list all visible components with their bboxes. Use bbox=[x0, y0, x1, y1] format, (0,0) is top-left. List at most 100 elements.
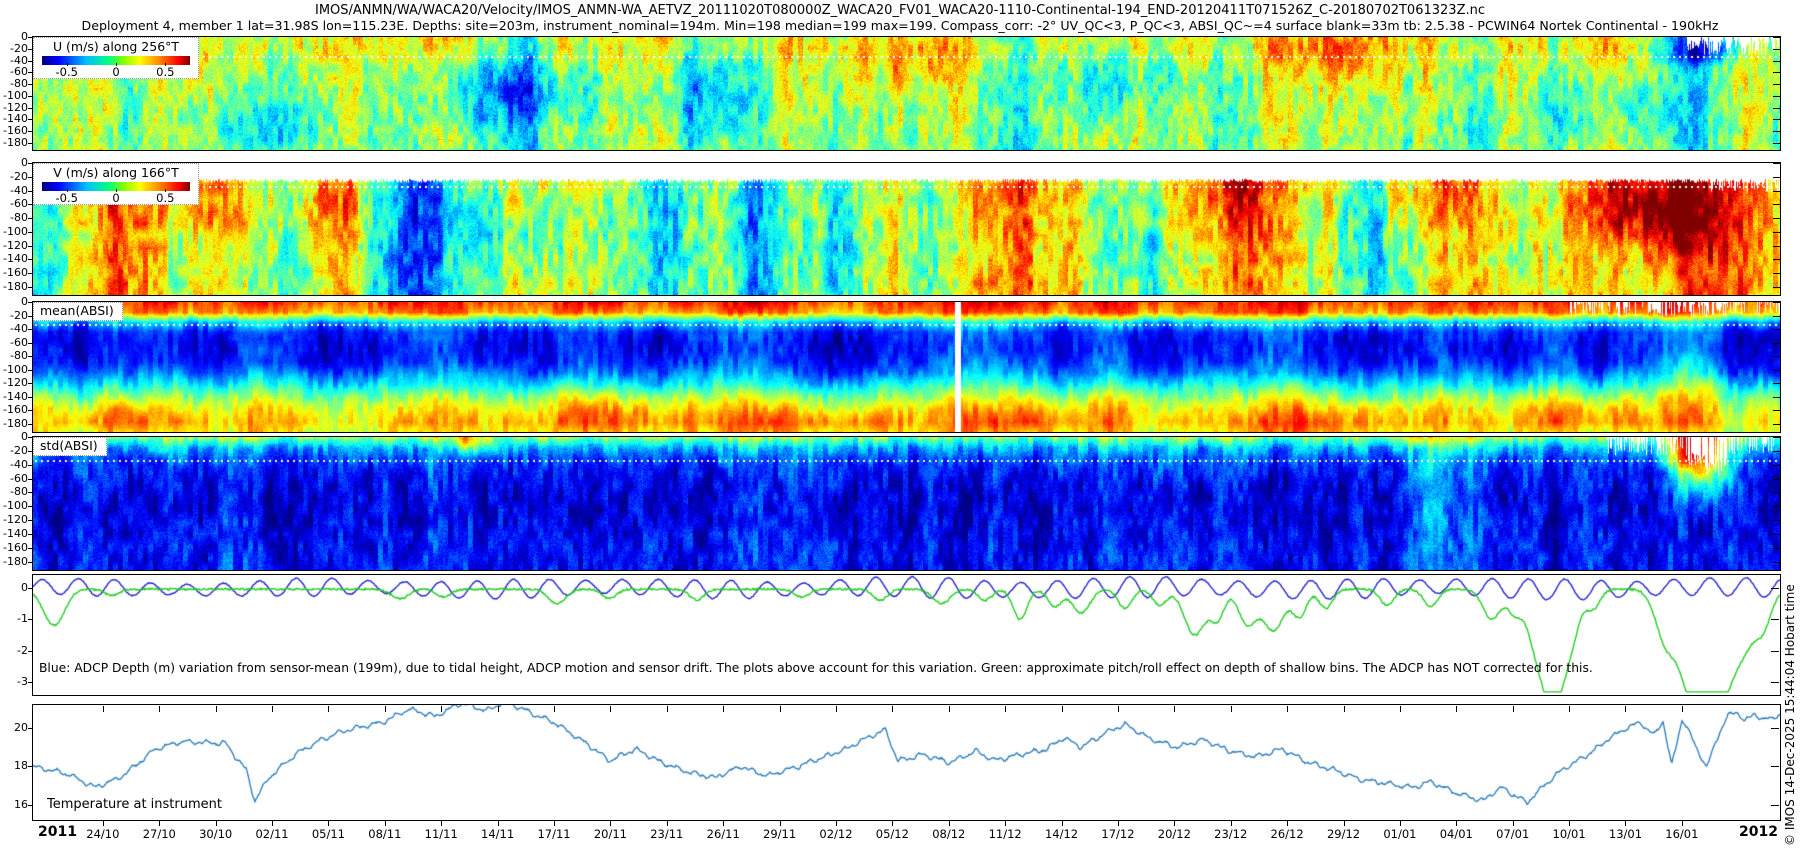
depth-tick-mark-right bbox=[1773, 72, 1780, 73]
depth-tick-mark bbox=[28, 410, 33, 411]
date-tick-label: 01/01 bbox=[1378, 827, 1422, 841]
temp-tick-mark-right bbox=[1771, 805, 1779, 806]
depth-tick-label: -120 bbox=[0, 239, 28, 253]
date-tick-mark-top bbox=[103, 706, 104, 712]
date-tick-label: 05/11 bbox=[306, 827, 350, 841]
date-tick-mark-top bbox=[441, 706, 442, 712]
depth-tick-mark-right bbox=[1773, 548, 1780, 549]
u-colorbar bbox=[42, 56, 190, 65]
depth-tick-mark-right bbox=[1773, 218, 1780, 219]
depth-tick-label: -80 bbox=[0, 349, 28, 363]
depth-tick-mark-right bbox=[1773, 163, 1780, 164]
temp-tick-mark bbox=[28, 805, 33, 806]
depth-tick-label: -40 bbox=[0, 458, 28, 472]
depth-tick-mark bbox=[28, 383, 33, 384]
depth-tick-mark-right bbox=[1773, 37, 1780, 38]
depth-tick-label: -160 bbox=[0, 266, 28, 280]
date-tick-label: 26/11 bbox=[701, 827, 745, 841]
date-tick-mark-bottom bbox=[1569, 820, 1570, 826]
year-label-end: 2012 bbox=[1718, 824, 1778, 840]
date-tick-mark-bottom bbox=[892, 820, 893, 826]
date-tick-mark-top bbox=[1005, 706, 1006, 712]
depth-tick-mark-right bbox=[1773, 479, 1780, 480]
depth-tick-label: -140 bbox=[0, 527, 28, 541]
depth-tick-mark-right bbox=[1773, 131, 1780, 132]
depth-tick-mark-right bbox=[1773, 534, 1780, 535]
temp-tick-mark bbox=[28, 766, 33, 767]
depthvar-tick-mark-right bbox=[1771, 588, 1779, 589]
temp-tick-label: 18 bbox=[0, 759, 28, 773]
date-tick-mark-top bbox=[892, 706, 893, 712]
date-tick-label: 26/12 bbox=[1265, 827, 1309, 841]
depth-tick-mark bbox=[28, 534, 33, 535]
v-colorbar-ticks: -0.5 0 0.5 bbox=[42, 191, 190, 205]
depth-tick-mark-right bbox=[1773, 424, 1780, 425]
depth-tick-mark bbox=[28, 479, 33, 480]
depth-tick-mark bbox=[28, 259, 33, 260]
date-tick-mark-top bbox=[328, 706, 329, 712]
date-tick-mark-top bbox=[1569, 706, 1570, 712]
depth-tick-mark bbox=[28, 424, 33, 425]
date-tick-mark-bottom bbox=[1400, 820, 1401, 826]
depth-tick-mark-right bbox=[1773, 562, 1780, 563]
depth-tick-mark-right bbox=[1773, 397, 1780, 398]
mean-absi-label: mean(ABSI) bbox=[33, 302, 123, 321]
date-tick-label: 14/11 bbox=[476, 827, 520, 841]
depth-tick-mark bbox=[28, 84, 33, 85]
depth-tick-mark-right bbox=[1773, 370, 1780, 371]
depth-tick-mark bbox=[28, 370, 33, 371]
depth-tick-label: -180 bbox=[0, 136, 28, 150]
date-tick-mark-top bbox=[1625, 706, 1626, 712]
depth-tick-mark-right bbox=[1773, 492, 1780, 493]
date-tick-mark-bottom bbox=[441, 820, 442, 826]
date-tick-mark-top bbox=[610, 706, 611, 712]
depth-tick-label: -160 bbox=[0, 541, 28, 555]
date-tick-mark-top bbox=[780, 706, 781, 712]
depth-tick-mark-right bbox=[1773, 465, 1780, 466]
v-colorbar-legend: V (m/s) along 166°T -0.5 0 0.5 bbox=[33, 163, 199, 205]
depthvar-tick-mark-right bbox=[1771, 651, 1779, 652]
date-tick-mark-bottom bbox=[1118, 820, 1119, 826]
panel-u-velocity-heatmap: U (m/s) along 256°T -0.5 0 0.5 bbox=[32, 36, 1781, 151]
std-absi-heatmap-canvas bbox=[33, 437, 1780, 570]
date-tick-label: 27/10 bbox=[137, 827, 181, 841]
date-tick-mark-bottom bbox=[1456, 820, 1457, 826]
depthvar-tick-label: 0 bbox=[0, 581, 28, 595]
depth-tick-mark-right bbox=[1773, 108, 1780, 109]
date-tick-label: 14/12 bbox=[1040, 827, 1084, 841]
depthvar-tick-mark bbox=[28, 651, 33, 652]
date-tick-label: 11/11 bbox=[419, 827, 463, 841]
depth-tick-label: -80 bbox=[0, 485, 28, 499]
v-colorbar-tick-label: 0.5 bbox=[156, 191, 174, 205]
depthvar-tick-label: -2 bbox=[0, 644, 28, 658]
depth-tick-label: -20 bbox=[0, 309, 28, 323]
depth-tick-mark bbox=[28, 548, 33, 549]
depth-tick-mark bbox=[28, 465, 33, 466]
temp-tick-label: 20 bbox=[0, 721, 28, 735]
v-legend-title: V (m/s) along 166°T bbox=[34, 164, 198, 180]
depth-tick-mark-right bbox=[1773, 49, 1780, 50]
date-tick-mark-bottom bbox=[328, 820, 329, 826]
temp-tick-label: 16 bbox=[0, 798, 28, 812]
date-tick-mark-bottom bbox=[103, 820, 104, 826]
date-tick-label: 20/11 bbox=[588, 827, 632, 841]
date-tick-mark-top bbox=[723, 706, 724, 712]
depth-tick-mark bbox=[28, 246, 33, 247]
date-tick-mark-bottom bbox=[385, 820, 386, 826]
depth-tick-mark bbox=[28, 108, 33, 109]
depth-tick-label: 0 bbox=[0, 156, 28, 170]
depth-tick-mark-right bbox=[1773, 343, 1780, 344]
date-tick-mark-top bbox=[159, 706, 160, 712]
std-absi-label: std(ABSI) bbox=[33, 437, 107, 456]
depth-variation-line-canvas bbox=[33, 575, 1780, 695]
u-colorbar-ticks: -0.5 0 0.5 bbox=[42, 65, 190, 79]
panel-depth-variation-lineplot: Blue: ADCP Depth (m) variation from sens… bbox=[32, 574, 1781, 696]
depth-tick-mark-right bbox=[1773, 96, 1780, 97]
date-tick-mark-top bbox=[1400, 706, 1401, 712]
date-tick-label: 23/11 bbox=[645, 827, 689, 841]
depth-tick-mark bbox=[28, 329, 33, 330]
date-tick-label: 11/12 bbox=[983, 827, 1027, 841]
temp-tick-mark bbox=[28, 728, 33, 729]
year-label-start: 2011 bbox=[38, 824, 77, 840]
v-colorbar-tick-label: 0 bbox=[112, 191, 119, 205]
